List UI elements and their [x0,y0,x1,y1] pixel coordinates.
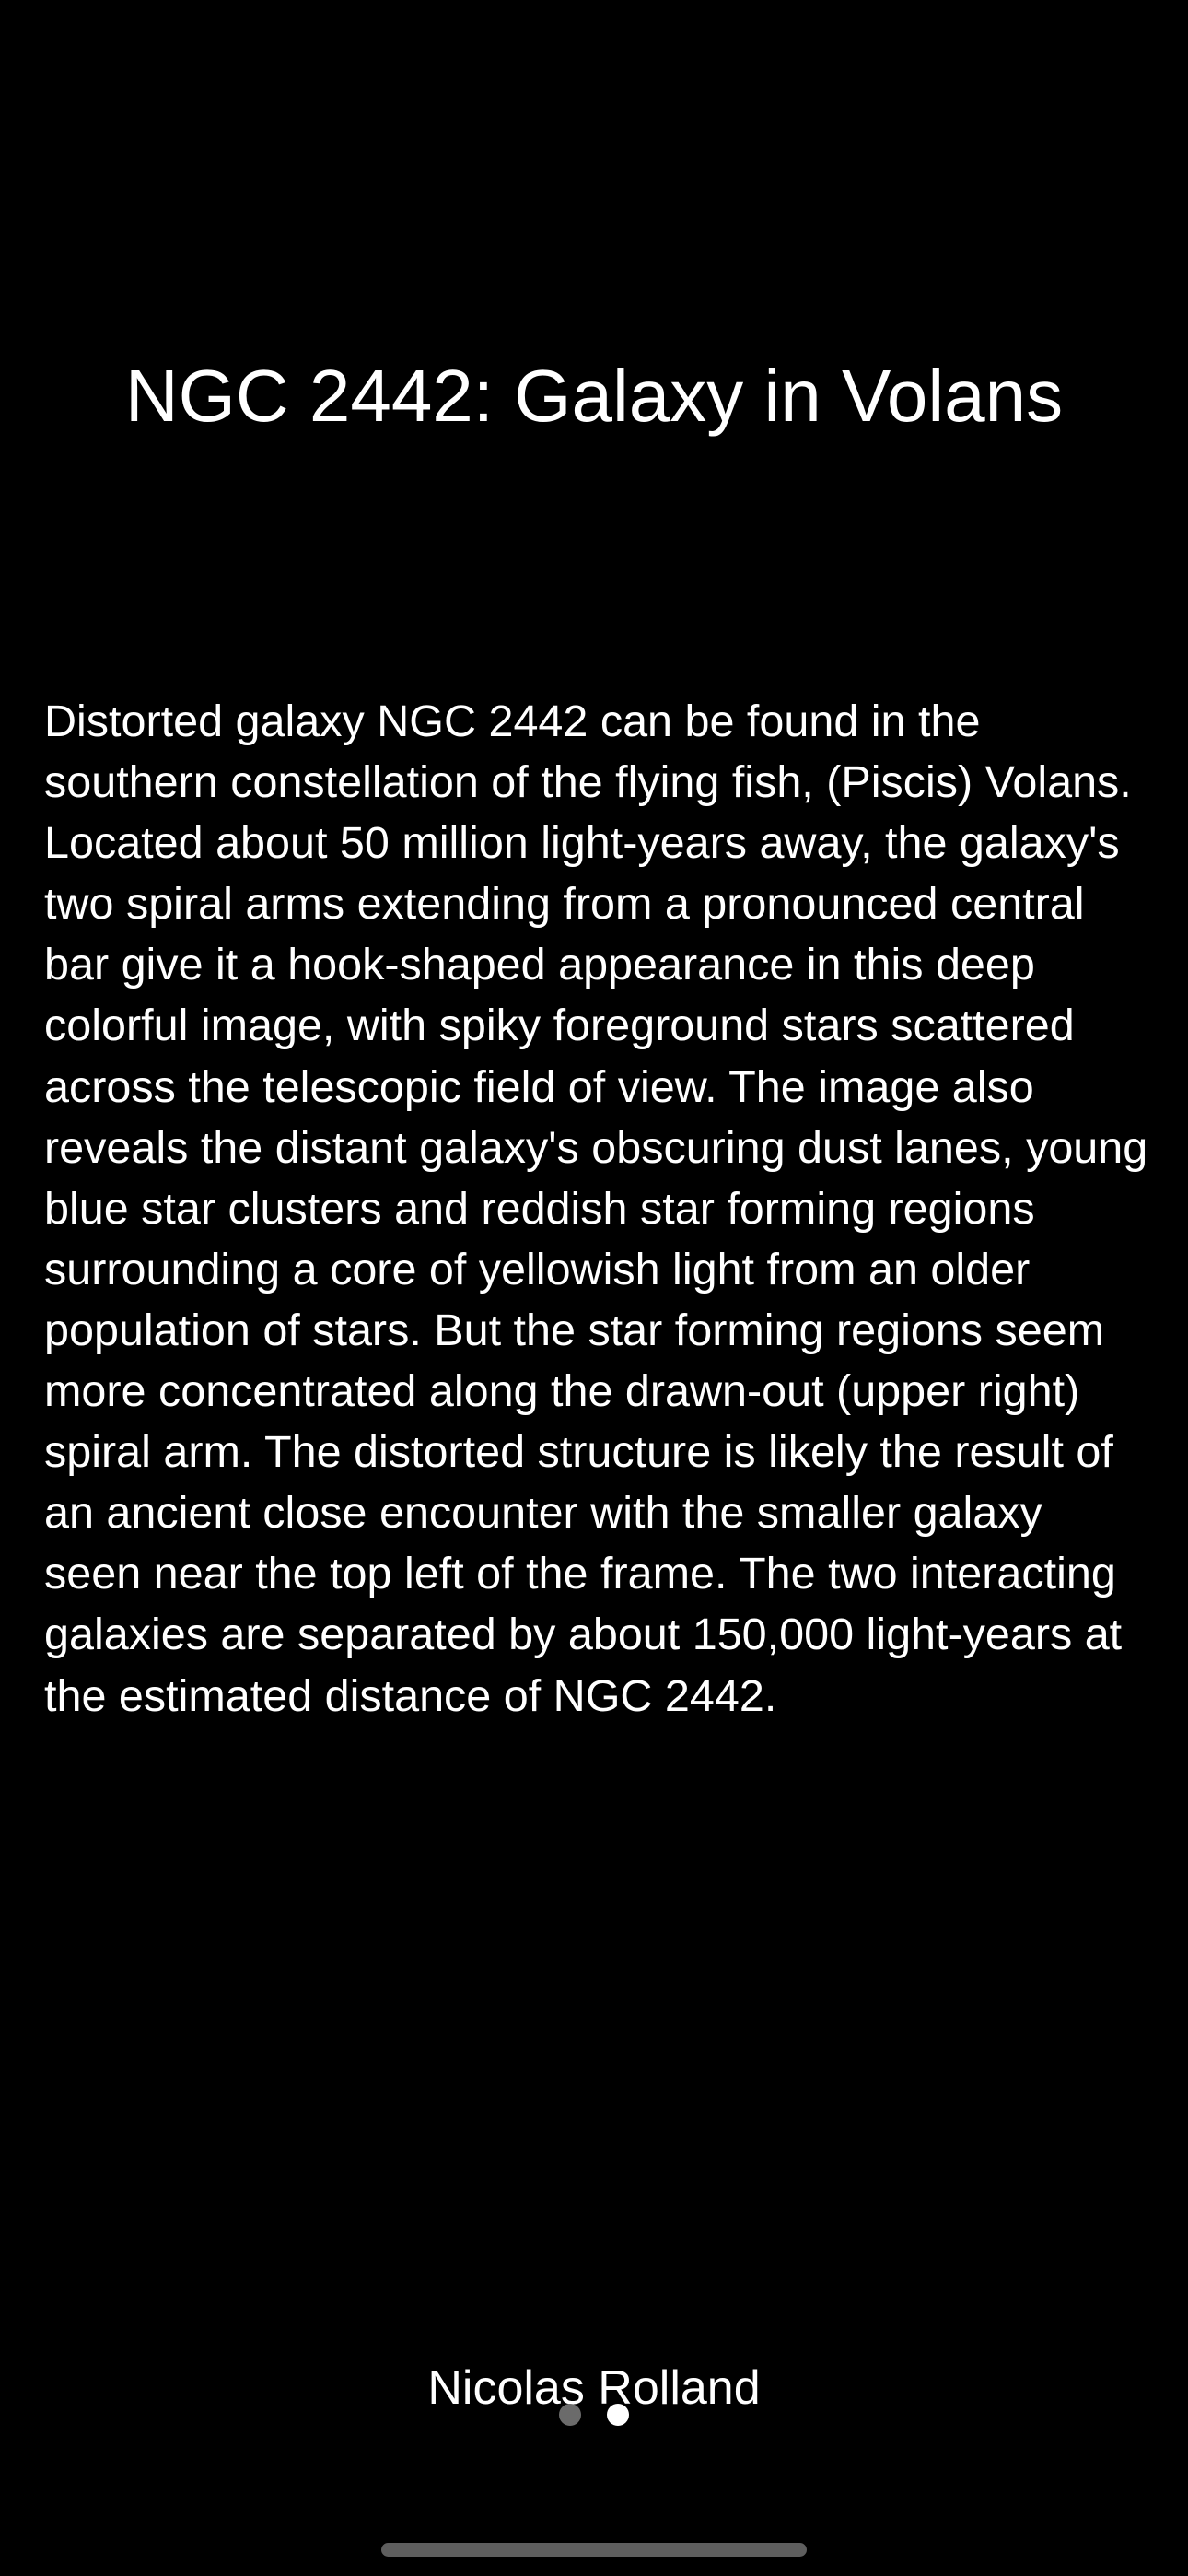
page-indicator[interactable] [0,2404,1188,2426]
home-indicator[interactable] [381,2543,807,2557]
page-title: NGC 2442: Galaxy in Volans [124,355,1064,437]
page-dot-2-active[interactable] [607,2404,629,2426]
apod-detail-screen: NGC 2442: Galaxy in Volans Distorted gal… [0,0,1188,2576]
description-text: Distorted galaxy NGC 2442 can be found i… [44,697,1148,1721]
page-dot-1[interactable] [559,2404,581,2426]
